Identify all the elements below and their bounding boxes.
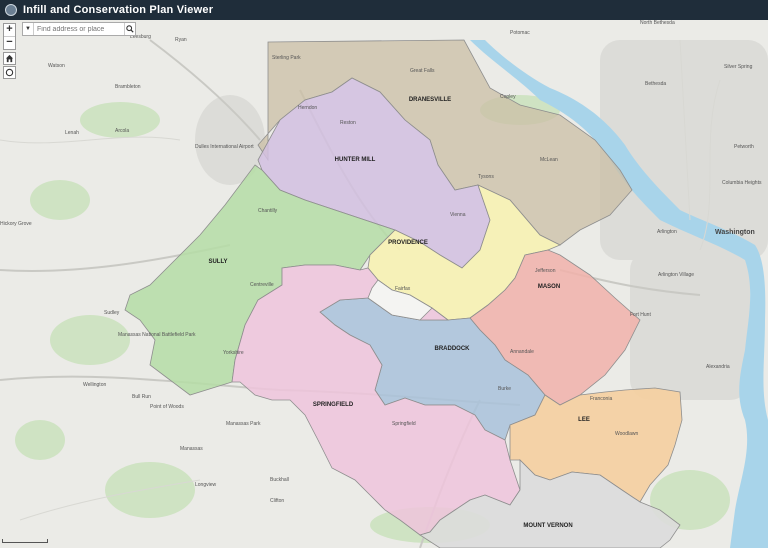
basemap[interactable]: DRANESVILLE HUNTER MILL SULLY PROVIDENCE… xyxy=(0,20,768,548)
place-label: Herndon xyxy=(298,105,317,111)
district-label: SPRINGFIELD xyxy=(313,402,354,408)
place-label: Hickory Grove xyxy=(0,221,32,227)
place-label: Alexandria xyxy=(706,364,730,370)
place-label: Potomac xyxy=(510,30,530,36)
app-header: Infill and Conservation Plan Viewer xyxy=(0,0,768,20)
map-view[interactable]: DRANESVILLE HUNTER MILL SULLY PROVIDENCE… xyxy=(0,20,768,548)
place-label: Arcola xyxy=(115,128,129,134)
place-label: North Bethesda xyxy=(640,20,675,26)
place-label: Fairfax xyxy=(395,286,411,292)
place-label: Sterling Park xyxy=(272,55,301,61)
place-label: Silver Spring xyxy=(724,64,753,70)
zoom-control: + − xyxy=(3,23,16,50)
search-widget: ▼ xyxy=(22,22,136,36)
district-label: PROVIDENCE xyxy=(388,240,428,246)
district-label: BRADDOCK xyxy=(435,346,471,352)
district-label: MASON xyxy=(538,284,560,290)
place-label: Wellington xyxy=(83,382,106,388)
locate-icon xyxy=(5,68,14,77)
district-label: HUNTER MILL xyxy=(335,157,376,163)
place-label: Annandale xyxy=(510,349,534,355)
place-label: McLean xyxy=(540,157,558,163)
place-label: Manassas Park xyxy=(226,421,261,427)
district-label: SULLY xyxy=(208,259,227,265)
place-label: Yorkshire xyxy=(223,350,244,356)
place-label: Bull Run xyxy=(132,394,151,400)
zoom-in-button[interactable]: + xyxy=(4,24,15,36)
place-label: Tysons xyxy=(478,174,494,180)
place-label: Reston xyxy=(340,120,356,126)
place-label: Fort Hunt xyxy=(630,312,651,318)
place-label: Vienna xyxy=(450,212,466,218)
place-label: Woodlawn xyxy=(615,431,638,437)
place-label: Brambleton xyxy=(115,84,141,90)
app-title: Infill and Conservation Plan Viewer xyxy=(23,4,214,16)
search-source-dropdown[interactable]: ▼ xyxy=(23,23,34,35)
place-label: Washington xyxy=(715,229,755,236)
search-icon xyxy=(126,25,134,33)
place-label: Arlington Village xyxy=(658,272,694,278)
place-label: Manassas National Battlefield Park xyxy=(118,332,196,338)
place-label: Longview xyxy=(195,482,217,488)
place-label: Bethesda xyxy=(645,81,666,87)
scale-bar xyxy=(2,539,48,543)
search-input[interactable] xyxy=(34,24,124,34)
district-label: LEE xyxy=(578,417,590,423)
place-label: Copley xyxy=(500,94,516,100)
place-label: Burke xyxy=(498,386,511,392)
place-label: Springfield xyxy=(392,421,416,427)
place-label: Jefferson xyxy=(535,268,556,274)
caret-down-icon: ▼ xyxy=(25,26,31,32)
place-label: Watson xyxy=(48,63,65,69)
place-label: Franconia xyxy=(590,396,612,402)
place-label: Centreville xyxy=(250,282,274,288)
place-label: Arlington xyxy=(657,229,677,235)
place-label: Sudley xyxy=(104,310,120,316)
district-label: MOUNT VERNON xyxy=(523,523,572,529)
district-label: DRANESVILLE xyxy=(409,97,451,103)
place-label: Clifton xyxy=(270,498,284,504)
locate-button[interactable] xyxy=(3,66,16,79)
place-label: Dulles International Airport xyxy=(195,144,254,150)
search-button[interactable] xyxy=(124,23,135,35)
place-label: Buckhall xyxy=(270,477,289,483)
zoom-out-button[interactable]: − xyxy=(4,36,15,49)
place-label: Great Falls xyxy=(410,68,435,74)
county-seal-logo xyxy=(5,4,17,16)
place-label: Lenah xyxy=(65,130,79,136)
place-label: Manassas xyxy=(180,446,203,452)
home-icon xyxy=(5,54,14,63)
place-label: Ryan xyxy=(175,37,187,43)
place-label: Point of Woods xyxy=(150,404,184,410)
place-label: Columbia Heights xyxy=(722,180,762,186)
place-label: Chantilly xyxy=(258,208,278,214)
place-label: Petworth xyxy=(734,144,754,150)
home-button[interactable] xyxy=(3,52,16,65)
